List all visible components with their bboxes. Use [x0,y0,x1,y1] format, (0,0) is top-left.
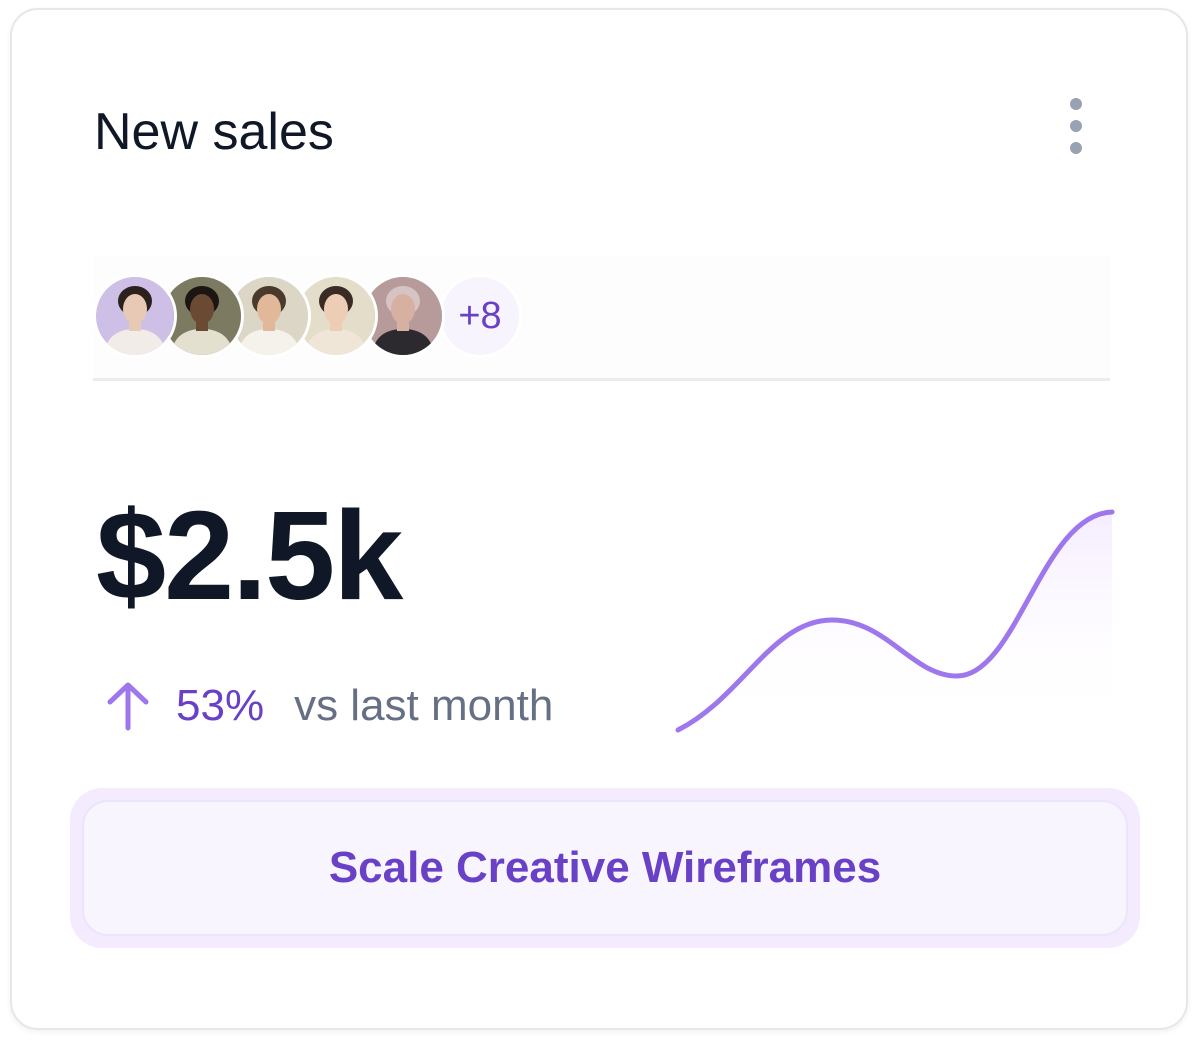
card-title: New sales [94,103,334,161]
scale-creative-wireframes-button[interactable]: Scale Creative Wireframes [82,800,1128,936]
sparkline-chart [675,509,1115,733]
avatar[interactable] [93,274,177,358]
sales-value: $2.5k [96,485,403,626]
trend-label: vs last month [294,681,554,730]
more-vertical-icon[interactable] [1060,98,1094,154]
avatar-image [96,277,174,355]
avatar-group: +8 [93,256,1110,381]
trend-indicator: 53% vs last month [104,676,553,736]
trend-percentage: 53% [176,681,265,730]
more-users-badge[interactable]: +8 [438,274,522,358]
sparkline-area [678,512,1112,730]
arrow-up-icon [107,682,149,731]
